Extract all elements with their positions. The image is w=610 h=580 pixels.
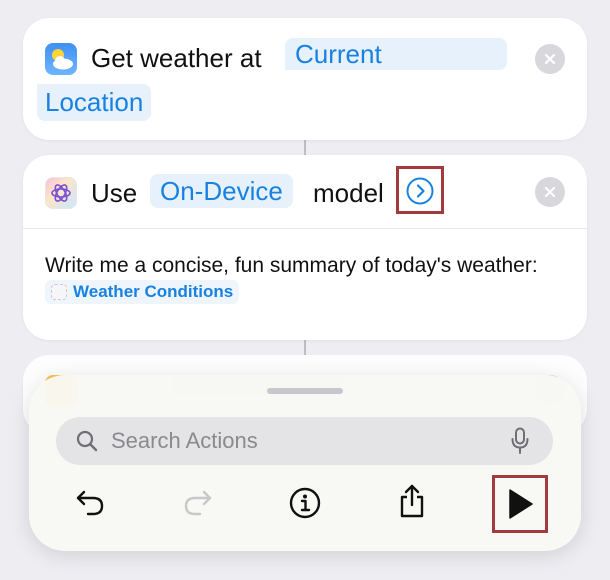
run-shortcut-button[interactable] <box>500 484 540 524</box>
weather-conditions-variable[interactable]: Weather Conditions <box>45 280 240 304</box>
connector-line <box>304 140 306 155</box>
redo-icon <box>184 490 212 516</box>
model-token[interactable]: On-Device <box>150 174 293 208</box>
weather-action-card[interactable]: Get weather at Current Location <box>23 18 587 140</box>
search-icon <box>76 430 98 452</box>
sheet-grabber[interactable] <box>267 388 343 394</box>
close-icon <box>544 53 556 65</box>
close-icon <box>544 186 556 198</box>
microphone-icon[interactable] <box>511 427 529 455</box>
action-label-use: Use <box>91 178 138 208</box>
share-icon <box>400 484 424 518</box>
play-icon <box>509 489 533 519</box>
action-label-model: model <box>313 178 384 208</box>
expand-options-button[interactable] <box>405 176 435 206</box>
action-search-sheet[interactable]: Search Actions <box>29 375 581 551</box>
search-placeholder: Search Actions <box>111 428 258 453</box>
remove-action-button[interactable] <box>535 177 565 207</box>
variable-icon <box>51 284 67 300</box>
prompt-text: Write me a concise, fun summary of today… <box>45 254 538 277</box>
undo-icon <box>76 490 104 516</box>
model-action-card[interactable]: Use On-Device model Write me a concise, … <box>23 155 587 340</box>
location-token[interactable]: Current <box>285 38 507 70</box>
connector-line <box>304 340 306 355</box>
location-token-continuation[interactable]: Location <box>37 84 152 121</box>
apple-intelligence-icon <box>45 177 77 209</box>
variable-label: Weather Conditions <box>73 282 234 301</box>
prompt-text-field[interactable]: Write me a concise, fun summary of today… <box>45 251 565 310</box>
card-divider <box>23 228 587 229</box>
location-token-line2: Location <box>45 87 144 117</box>
search-actions-field[interactable]: Search Actions <box>56 417 553 465</box>
remove-action-button[interactable] <box>535 44 565 74</box>
redo-button[interactable] <box>178 483 218 523</box>
chevron-right-circle-icon <box>406 177 434 205</box>
location-token-line1: Current <box>295 39 382 69</box>
undo-button[interactable] <box>70 483 110 523</box>
weather-app-icon <box>45 43 77 75</box>
info-button[interactable] <box>285 483 325 523</box>
share-button[interactable] <box>392 481 432 521</box>
action-label: Get weather at <box>91 43 262 73</box>
info-icon <box>289 487 321 519</box>
